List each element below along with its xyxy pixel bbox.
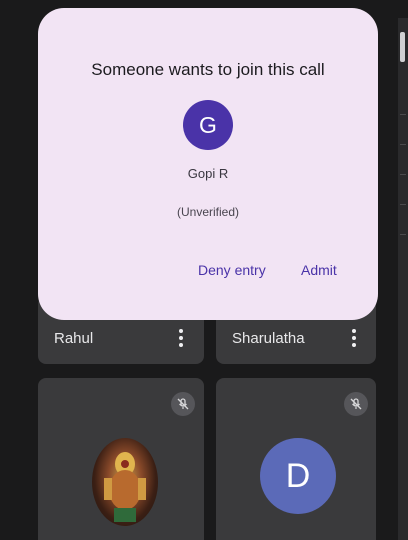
participant-tile-photo[interactable]: [38, 378, 204, 540]
side-scrollbar[interactable]: [398, 18, 408, 540]
participant-tile-d[interactable]: D: [216, 378, 376, 540]
participant-name: Rahul: [54, 330, 94, 347]
avatar: D: [260, 438, 336, 514]
strip-divider: [400, 114, 406, 140]
scroll-thumb[interactable]: [400, 32, 405, 62]
admit-button[interactable]: Admit: [301, 262, 337, 278]
strip-divider: [400, 174, 406, 200]
guest-status: (Unverified): [176, 205, 239, 219]
strip-divider: [400, 234, 406, 260]
strip-divider: [400, 144, 406, 170]
dialog-title: Someone wants to join this call: [91, 60, 325, 79]
join-request-dialog: Someone wants to join this call G Gopi R…: [38, 8, 378, 320]
more-options-icon[interactable]: [179, 329, 183, 347]
strip-divider: [400, 204, 406, 230]
mic-off-icon: [171, 392, 195, 416]
participant-name: Sharulatha: [232, 330, 305, 347]
deny-entry-button[interactable]: Deny entry: [198, 262, 266, 278]
mic-off-icon: [344, 392, 368, 416]
call-screen: Rahul Sharulatha D Someone wants to join…: [0, 0, 408, 540]
avatar-photo: [92, 438, 158, 526]
guest-avatar: G: [183, 100, 233, 150]
more-options-icon[interactable]: [352, 329, 356, 347]
guest-name: Gopi R: [187, 166, 229, 181]
